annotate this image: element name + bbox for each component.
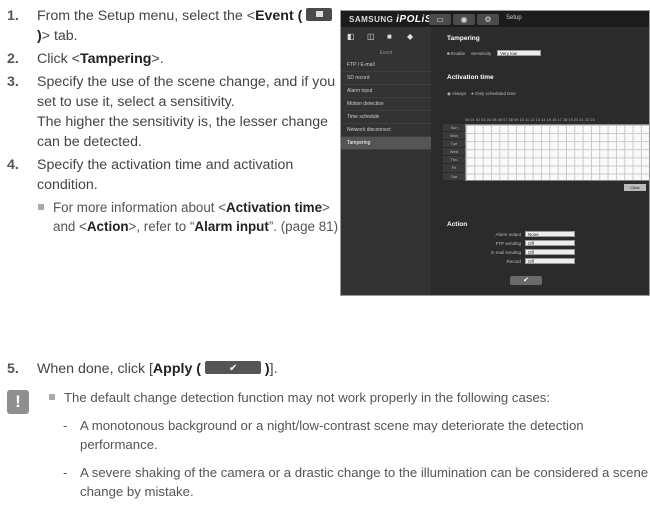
sub-bold: Activation time [226,200,323,215]
tampering-content: Tampering ■ Enable Sensitivity Very low … [439,31,649,295]
note-item: - A monotonous background or a night/low… [63,417,584,453]
day-label: Sun [443,124,465,133]
action-title: Action [447,221,468,228]
step-4: 4. Specify the activation time and activ… [7,155,347,236]
sidebar-item-motion-detection[interactable]: Motion detection [341,98,431,111]
step-1: 1. From the Setup menu, select the <Even… [7,6,347,46]
category-icons: ◧ ◫ ■ ◆ [341,27,431,47]
note-item-text: A monotonous background or a night/low-c… [80,417,584,453]
step-text: The higher the sensitivity is, the lesse… [37,114,328,150]
step-number: 2. [7,51,19,67]
radio-always[interactable]: ◉ Always [447,91,466,97]
step-5: 5. When done, click [Apply ( )]. [7,359,407,379]
day-label: Tue [443,140,465,149]
ipolis-logo: SAMSUNG iPOLiS [349,14,432,25]
step-3: 3. Specify the use of the scene change, … [7,72,347,152]
step-5-container: 5. When done, click [Apply ( )]. [7,359,407,379]
activation-time-title: Activation time [447,74,494,81]
day-labels: Sun Mon Tue Wed Thu Fri Sat [443,124,465,181]
tampering-title: Tampering [447,35,480,42]
sub-text: >, refer to “ [128,219,195,234]
alarm-output-select[interactable]: None [525,231,575,237]
step-sub-bullet: For more information about <Activation t… [37,198,347,236]
ftp-sending-select[interactable]: Off [525,240,575,246]
event-tab-icon [306,8,333,21]
step-text: From the Setup menu, select the < [37,8,256,24]
schedule-grid[interactable] [465,124,649,181]
record-label: Record [506,259,521,264]
system-icon[interactable]: ◆ [407,32,417,41]
step-text: >. [151,51,164,67]
ftp-sending-label: FTP sending [495,241,521,246]
apply-button[interactable]: ✔ [510,276,542,285]
playback-icon[interactable]: ◉ [453,14,475,25]
sensitivity-select[interactable]: Very low [497,50,541,56]
radio-scheduled[interactable]: ● Only scheduled time [471,91,516,96]
note-intro-text: The default change detection function ma… [64,390,551,405]
note-item-text: A severe shaking of the camera or a dras… [80,464,649,500]
email-sending-select[interactable]: Off [525,249,575,255]
tampering-setup-screenshot: SAMSUNG iPOLiS ▭ ◉ ⚙ Setup ◧ ◫ ■ ◆ Event… [340,10,650,296]
network-icon[interactable]: ◫ [367,32,377,41]
step-bold: Event ( [255,8,303,24]
apply-button-icon [204,359,261,379]
day-label: Mon [443,132,465,141]
step-number: 5. [7,361,19,377]
step-number: 3. [7,74,19,90]
sidebar-item-ftp-email[interactable]: FTP / E-mail [341,59,431,72]
email-sending-label: E-mail sending [491,250,521,255]
nav-header: Event [379,50,393,56]
step-text: > tab. [41,28,78,44]
hour-labels: 00 01 02 03 04 05 06 07 08 09 10 11 12 1… [465,118,595,122]
instruction-steps: 1. From the Setup menu, select the <Even… [7,6,347,236]
step-text: ]. [269,361,278,377]
step-number: 4. [7,157,19,173]
setup-sidebar: ◧ ◫ ■ ◆ Event FTP / E-mail SD record Ala… [341,27,431,295]
day-label: Wed [443,148,465,157]
enable-checkbox[interactable]: ■ Enable [447,51,465,56]
setup-gear-icon[interactable]: ⚙ [477,14,499,25]
sensitivity-label: Sensitivity [471,51,492,56]
setup-label: Setup [506,15,522,21]
top-bar: SAMSUNG iPOLiS ▭ ◉ ⚙ Setup [341,11,649,27]
sub-text: ”. (page 81) [268,219,339,234]
bullet-square-icon [38,204,44,210]
monitor-icon[interactable]: ▭ [429,14,451,25]
caution-icon: ! [7,390,29,414]
step-text: When done, click [ [37,361,153,377]
step-bold: Tampering [79,51,152,67]
sub-text: For more information about < [53,200,227,215]
sidebar-item-sd-record[interactable]: SD record [341,72,431,85]
step-2: 2. Click <Tampering>. [7,49,347,69]
bullet-square-icon [49,394,55,400]
step-text: Specify the use of the scene change, and… [37,74,336,110]
step-text: Specify the activation time and activati… [37,157,294,193]
note-item: - A severe shaking of the camera or a dr… [63,464,649,500]
record-select[interactable]: Off [525,258,575,264]
sidebar-item-network-disconnect[interactable]: Network disconnect [341,124,431,137]
sidebar-item-time-schedule[interactable]: Time schedule [341,111,431,124]
clear-button[interactable]: Clear [624,184,646,191]
sub-bold: Alarm input [194,219,269,234]
event-icon[interactable]: ■ [387,32,397,41]
sidebar-item-tampering[interactable]: Tampering [341,137,431,150]
day-label: Sat [443,172,465,181]
sidebar-item-alarm-input[interactable]: Alarm input [341,85,431,98]
day-label: Thu [443,156,465,165]
step-bold: Apply ( [152,361,201,377]
caution-note: The default change detection function ma… [48,388,650,502]
sub-bold: Action [86,219,129,234]
step-number: 1. [7,8,19,24]
note-intro: The default change detection function ma… [48,388,650,408]
day-label: Fri [443,164,465,173]
video-icon[interactable]: ◧ [347,32,357,41]
alarm-output-label: Alarm output [495,232,521,237]
step-text: Click < [37,51,80,67]
